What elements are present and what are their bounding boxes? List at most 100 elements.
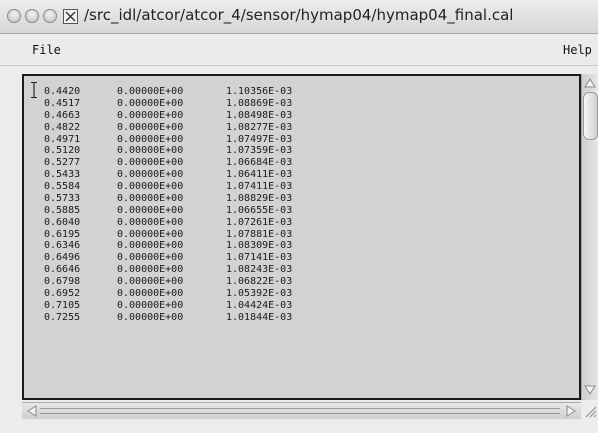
- offset-value: 0.00000E+00: [117, 192, 184, 204]
- gain-value: 1.08498E-03: [226, 109, 293, 121]
- wavelength-value: 0.7255: [44, 311, 81, 323]
- text-line: 0.6195 0.00000E+00 1.07881E-03: [24, 229, 444, 241]
- offset-value: 0.00000E+00: [117, 133, 184, 145]
- offset-value: 0.00000E+00: [117, 228, 184, 240]
- offset-value: 0.00000E+00: [117, 276, 184, 288]
- menu-help[interactable]: Help: [563, 43, 592, 57]
- offset-value: 0.00000E+00: [117, 287, 184, 299]
- text-area[interactable]: 0.4420 0.00000E+00 1.10356E-03 0.4517 0.0000…: [24, 76, 579, 398]
- gain-value: 1.10356E-03: [226, 86, 293, 97]
- vertical-scroll-thumb[interactable]: [583, 92, 598, 140]
- text-line: 0.4971 0.00000E+00 1.07497E-03: [24, 134, 444, 146]
- wavelength-value: 0.6040: [44, 216, 81, 228]
- wavelength-value: 0.4517: [44, 97, 81, 109]
- gain-value: 1.05392E-03: [226, 287, 293, 299]
- offset-value: 0.00000E+00: [117, 97, 184, 109]
- gain-value: 1.06822E-03: [226, 276, 293, 288]
- x-window-icon: [63, 9, 78, 24]
- wavelength-value: 0.5584: [44, 181, 81, 193]
- text-line: 0.4517 0.00000E+00 1.08869E-03: [24, 98, 444, 110]
- wavelength-value: 0.4663: [44, 109, 81, 121]
- offset-value: 0.00000E+00: [117, 216, 184, 228]
- scroll-down-icon[interactable]: [584, 384, 596, 396]
- scroll-right-icon[interactable]: [565, 405, 577, 417]
- text-line: 0.6646 0.00000E+00 1.08243E-03: [24, 264, 444, 276]
- text-line: 0.6798 0.00000E+00 1.06822E-03: [24, 276, 444, 288]
- gain-value: 1.07261E-03: [226, 216, 293, 228]
- gain-value: 1.08309E-03: [226, 240, 293, 252]
- scroll-up-icon[interactable]: [584, 77, 596, 89]
- offset-value: 0.00000E+00: [117, 264, 184, 276]
- wavelength-value: 0.5120: [44, 145, 81, 157]
- wavelength-value: 0.6496: [44, 252, 81, 264]
- gain-value: 1.07141E-03: [226, 252, 293, 264]
- offset-value: 0.00000E+00: [117, 145, 184, 157]
- offset-value: 0.00000E+00: [117, 169, 184, 181]
- menu-bar: File Help: [0, 34, 598, 66]
- text-line: 0.6040 0.00000E+00 1.07261E-03: [24, 217, 444, 229]
- wavelength-value: 0.4822: [44, 121, 81, 133]
- offset-value: 0.00000E+00: [117, 121, 184, 133]
- text-line: 0.5277 0.00000E+00 1.06684E-03: [24, 157, 444, 169]
- offset-value: 0.00000E+00: [117, 181, 184, 193]
- offset-value: 0.00000E+00: [117, 157, 184, 169]
- wavelength-value: 0.4971: [44, 133, 81, 145]
- text-line: 0.4822 0.00000E+00 1.08277E-03: [24, 122, 444, 134]
- gain-value: 1.01844E-03: [226, 311, 293, 323]
- offset-value: 0.00000E+00: [117, 204, 184, 216]
- zoom-window-icon[interactable]: [43, 9, 57, 23]
- gain-value: 1.06411E-03: [226, 169, 293, 181]
- gain-value: 1.08829E-03: [226, 192, 293, 204]
- gain-value: 1.07881E-03: [226, 228, 293, 240]
- horizontal-scroll-track[interactable]: [40, 408, 560, 414]
- wavelength-value: 0.4420: [44, 86, 81, 97]
- wavelength-value: 0.5885: [44, 204, 81, 216]
- text-line: 0.4420 0.00000E+00 1.10356E-03: [24, 86, 444, 98]
- text-line: 0.6346 0.00000E+00 1.08309E-03: [24, 240, 444, 252]
- gain-value: 1.08243E-03: [226, 264, 293, 276]
- gain-value: 1.07411E-03: [226, 181, 293, 193]
- horizontal-scrollbar[interactable]: [22, 402, 581, 419]
- wavelength-value: 0.5733: [44, 192, 81, 204]
- wavelength-value: 0.6952: [44, 287, 81, 299]
- offset-value: 0.00000E+00: [117, 299, 184, 311]
- gain-value: 1.07359E-03: [226, 145, 293, 157]
- text-line: 0.5584 0.00000E+00 1.07411E-03: [24, 181, 444, 193]
- wavelength-value: 0.6346: [44, 240, 81, 252]
- gain-value: 1.07497E-03: [226, 133, 293, 145]
- resize-grip-icon[interactable]: [582, 403, 597, 418]
- gain-value: 1.04424E-03: [226, 299, 293, 311]
- text-line: 0.7105 0.00000E+00 1.04424E-03: [24, 300, 444, 312]
- wavelength-value: 0.6195: [44, 228, 81, 240]
- gain-value: 1.08277E-03: [226, 121, 293, 133]
- offset-value: 0.00000E+00: [117, 311, 184, 323]
- wavelength-value: 0.6646: [44, 264, 81, 276]
- offset-value: 0.00000E+00: [117, 86, 184, 97]
- title-bar: /src_idl/atcor/atcor_4/sensor/hymap04/hy…: [0, 0, 598, 34]
- gain-value: 1.06655E-03: [226, 204, 293, 216]
- wavelength-value: 0.5433: [44, 169, 81, 181]
- scroll-left-icon[interactable]: [26, 405, 38, 417]
- window-title: /src_idl/atcor/atcor_4/sensor/hymap04/hy…: [84, 6, 514, 24]
- text-line: 0.7255 0.00000E+00 1.01844E-03: [24, 312, 444, 324]
- text-line: 0.5733 0.00000E+00 1.08829E-03: [24, 193, 444, 205]
- text-line: 0.6952 0.00000E+00 1.05392E-03: [24, 288, 444, 300]
- text-line: 0.4663 0.00000E+00 1.08498E-03: [24, 110, 444, 122]
- minimize-window-icon[interactable]: [25, 9, 39, 23]
- text-line: 0.5433 0.00000E+00 1.06411E-03: [24, 169, 444, 181]
- window-bottom-edge: [0, 420, 598, 433]
- wavelength-value: 0.5277: [44, 157, 81, 169]
- close-window-icon[interactable]: [7, 9, 21, 23]
- offset-value: 0.00000E+00: [117, 240, 184, 252]
- text-line: 0.5885 0.00000E+00 1.06655E-03: [24, 205, 444, 217]
- offset-value: 0.00000E+00: [117, 252, 184, 264]
- menu-file[interactable]: File: [32, 43, 61, 57]
- text-line: 0.6496 0.00000E+00 1.07141E-03: [24, 252, 444, 264]
- gain-value: 1.06684E-03: [226, 157, 293, 169]
- text-line: 0.5120 0.00000E+00 1.07359E-03: [24, 145, 444, 157]
- wavelength-value: 0.7105: [44, 299, 81, 311]
- offset-value: 0.00000E+00: [117, 109, 184, 121]
- gain-value: 1.08869E-03: [226, 97, 293, 109]
- wavelength-value: 0.6798: [44, 276, 81, 288]
- vertical-scrollbar[interactable]: [581, 74, 598, 400]
